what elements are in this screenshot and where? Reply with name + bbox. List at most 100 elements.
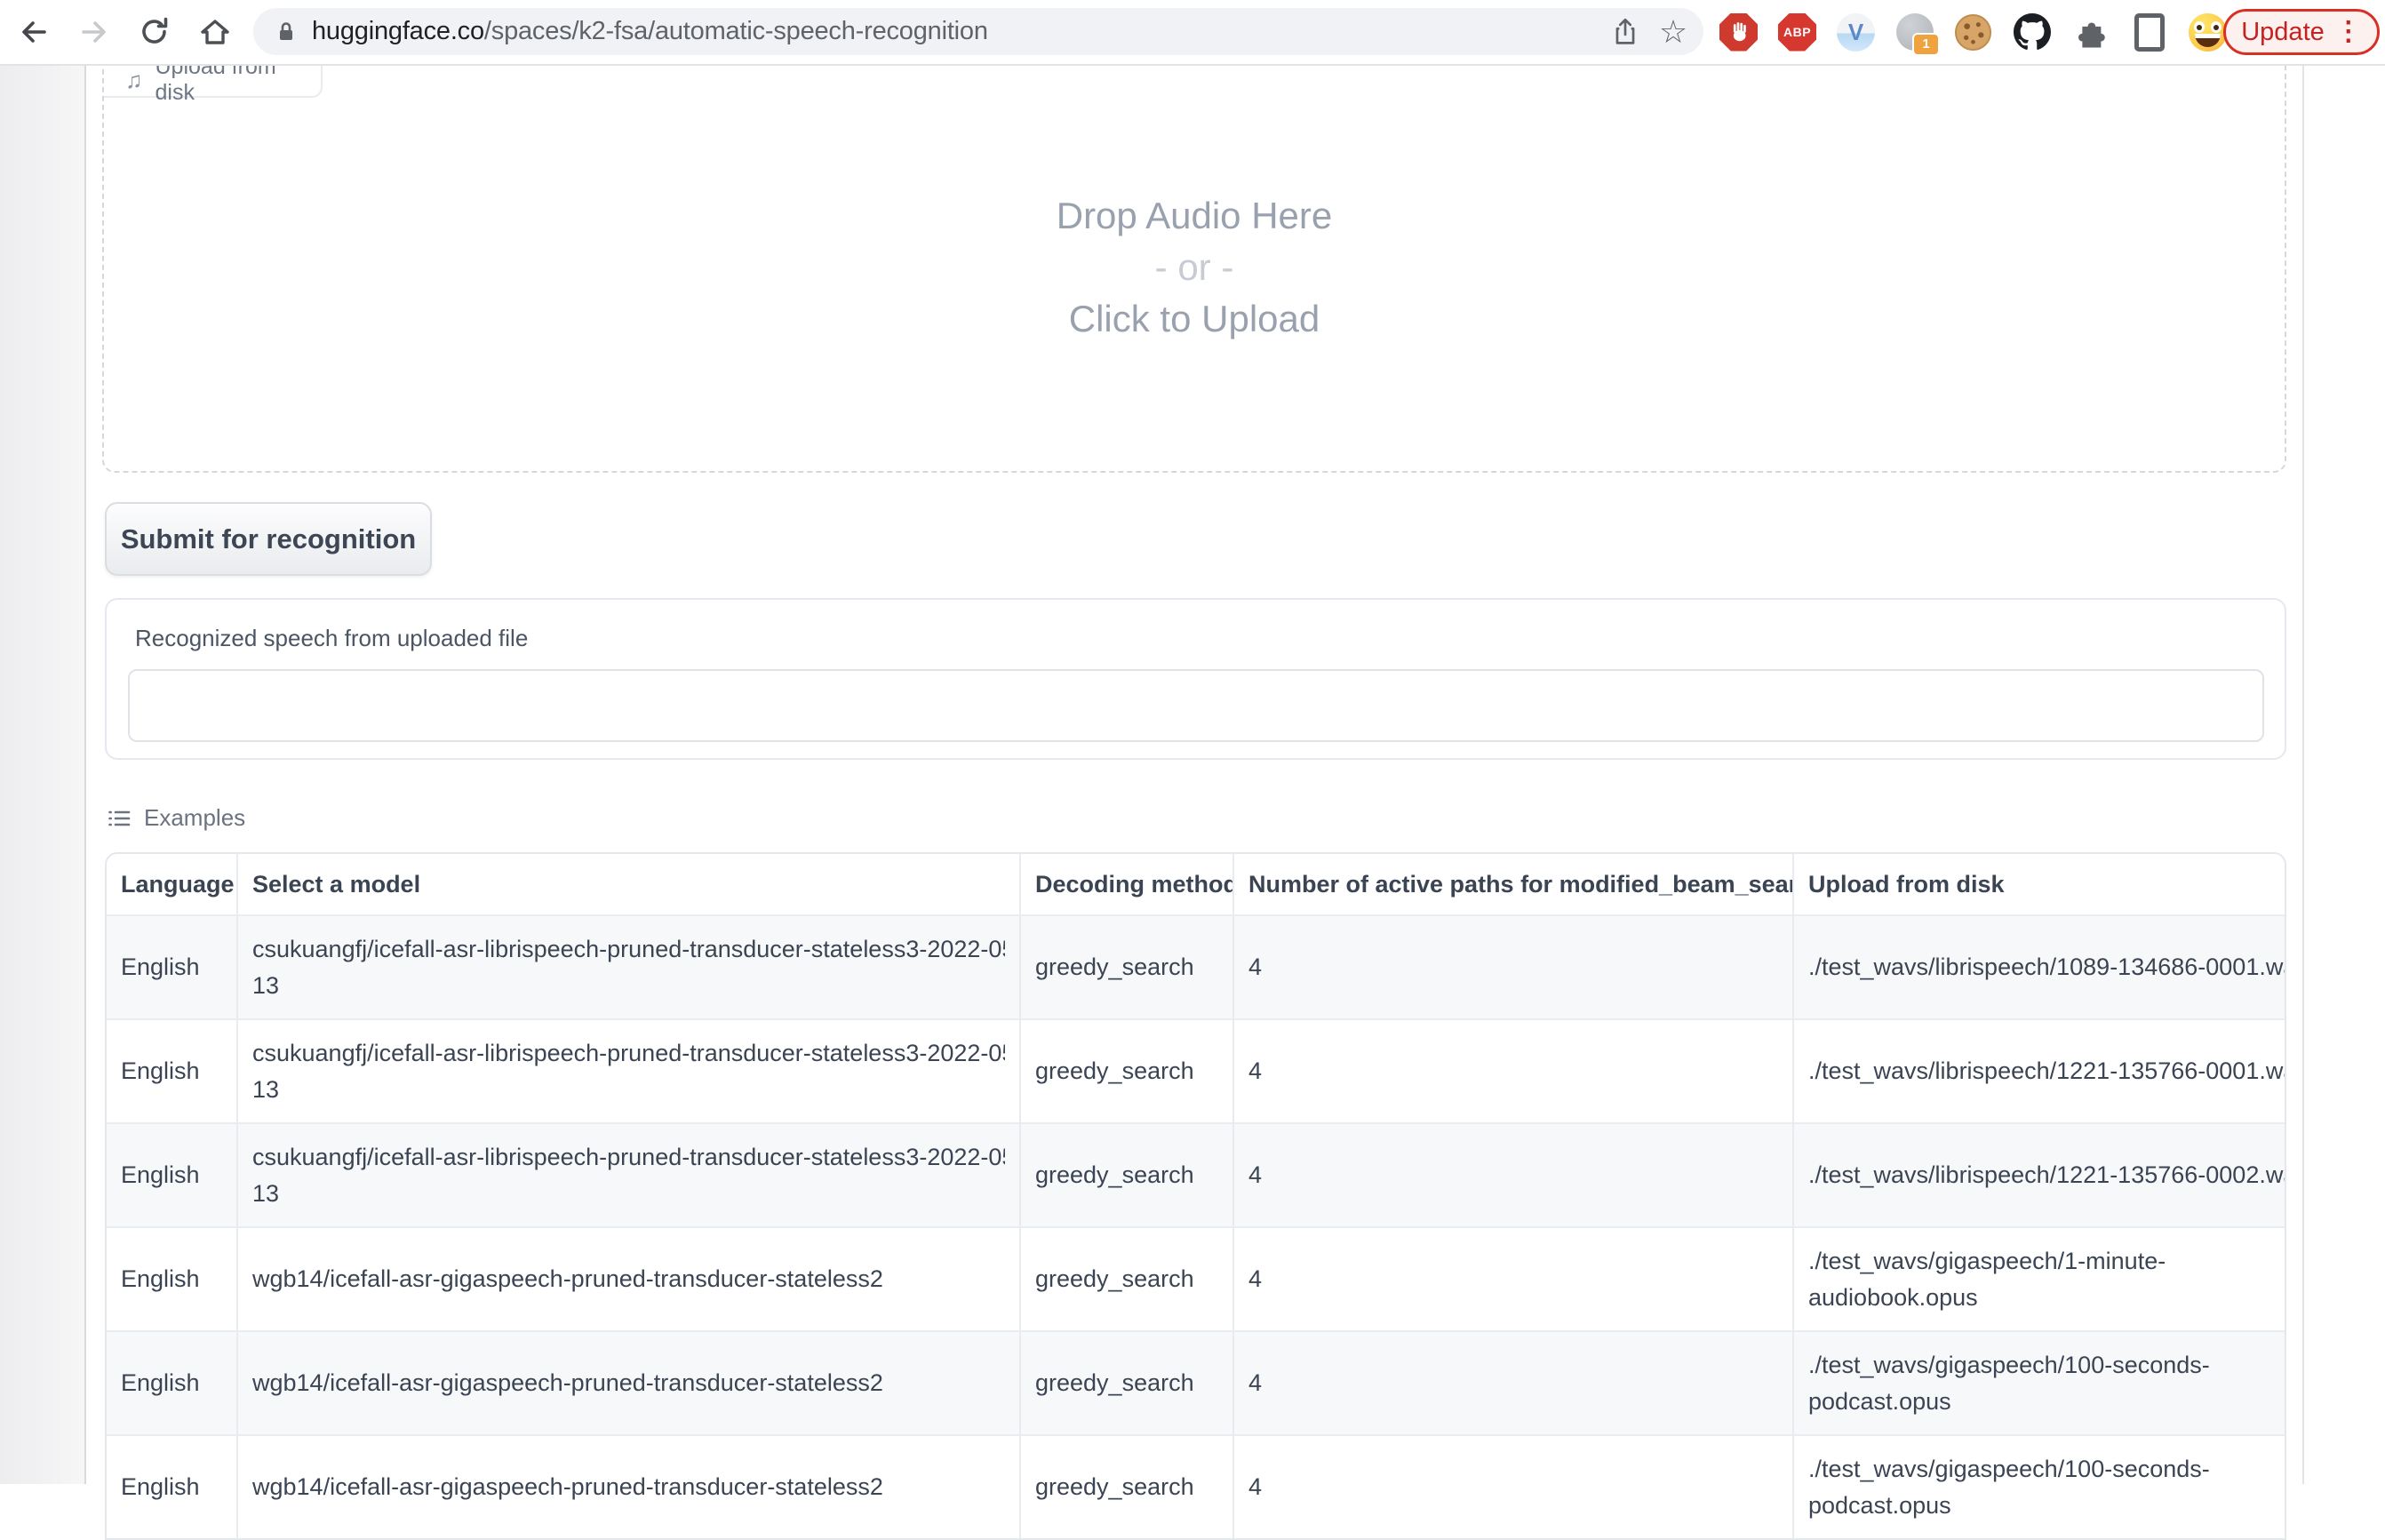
cell-upload-path: ./test_wavs/gigaspeech/1-minute-audioboo… bbox=[1793, 1227, 2285, 1331]
cell-language: English bbox=[107, 1123, 237, 1227]
cell-language: English bbox=[107, 1435, 237, 1538]
abp-icon: ABP bbox=[1778, 13, 1816, 52]
puzzle-icon bbox=[2072, 13, 2110, 51]
reading-mode-button[interactable] bbox=[2129, 12, 2169, 52]
home-button[interactable] bbox=[195, 12, 235, 52]
table-row[interactable]: Englishwgb14/icefall-asr-gigaspeech-prun… bbox=[107, 1227, 2285, 1331]
cell-upload-path: ./test_wavs/gigaspeech/100-seconds-podca… bbox=[1793, 1435, 2285, 1538]
cell-num-active-paths: 4 bbox=[1233, 915, 1793, 1019]
cell-num-active-paths: 4 bbox=[1233, 1019, 1793, 1123]
abp-extension-button[interactable]: ABP bbox=[1777, 12, 1817, 52]
cell-decoding-method: greedy_search bbox=[1020, 1123, 1233, 1227]
adblock-extension-button[interactable] bbox=[1719, 12, 1759, 52]
dropzone-prompt[interactable]: Drop Audio Here - or - Click to Upload bbox=[102, 190, 2286, 345]
lock-icon bbox=[273, 19, 299, 45]
extensions-menu-button[interactable] bbox=[2070, 12, 2110, 52]
examples-table: LanguageSelect a modelDecoding methodNum… bbox=[105, 852, 2286, 1540]
examples-table-header-row: LanguageSelect a modelDecoding methodNum… bbox=[107, 854, 2285, 915]
bookmark-button[interactable]: ☆ bbox=[1655, 14, 1691, 50]
home-icon bbox=[195, 12, 235, 52]
chrome-update-button[interactable]: Update ⋮ bbox=[2223, 9, 2380, 55]
click-to-upload-text: Click to Upload bbox=[102, 293, 2286, 345]
cell-num-active-paths: 4 bbox=[1233, 1123, 1793, 1227]
v-extension-icon: V bbox=[1837, 13, 1875, 52]
extension-bar: ABP V 1 bbox=[1719, 0, 2228, 64]
reload-button[interactable] bbox=[135, 12, 174, 52]
page-right-divider bbox=[2302, 64, 2304, 1484]
cell-decoding-method: greedy_search bbox=[1020, 1331, 1233, 1435]
cell-num-active-paths: 4 bbox=[1233, 1331, 1793, 1435]
cell-upload-path: ./test_wavs/librispeech/1089-134686-0001… bbox=[1793, 915, 2285, 1019]
column-header: Language bbox=[107, 854, 237, 915]
v-extension-button[interactable]: V bbox=[1836, 12, 1876, 52]
table-row[interactable]: Englishwgb14/icefall-asr-gigaspeech-prun… bbox=[107, 1435, 2285, 1538]
cell-decoding-method: greedy_search bbox=[1020, 1435, 1233, 1538]
reading-mode-icon bbox=[2134, 13, 2165, 52]
cell-model: wgb14/icefall-asr-gigaspeech-pruned-tran… bbox=[237, 1331, 1020, 1435]
profile-extension-button[interactable]: 1 bbox=[1894, 12, 1934, 52]
emoji-extension-button[interactable] bbox=[2188, 12, 2228, 52]
column-header: Select a model bbox=[237, 854, 1020, 915]
recognized-speech-output[interactable] bbox=[128, 669, 2264, 742]
music-note-icon: ♫ bbox=[125, 68, 143, 92]
cookie-icon bbox=[1954, 13, 1992, 52]
examples-table-body: Englishcsukuangfj/icefall-asr-librispeec… bbox=[107, 915, 2285, 1538]
abp-label: ABP bbox=[1783, 25, 1811, 39]
table-row[interactable]: Englishcsukuangfj/icefall-asr-librispeec… bbox=[107, 915, 2285, 1019]
cell-model: wgb14/icefall-asr-gigaspeech-pruned-tran… bbox=[237, 1227, 1020, 1331]
notification-badge: 1 bbox=[1912, 33, 1940, 56]
examples-label: Examples bbox=[144, 804, 245, 832]
cell-decoding-method: greedy_search bbox=[1020, 915, 1233, 1019]
back-icon bbox=[14, 12, 53, 52]
examples-list-icon bbox=[107, 806, 132, 831]
share-icon bbox=[1607, 13, 1643, 51]
cell-num-active-paths: 4 bbox=[1233, 1435, 1793, 1538]
github-icon bbox=[2014, 13, 2051, 51]
cell-language: English bbox=[107, 1227, 237, 1331]
forward-button[interactable] bbox=[75, 12, 114, 52]
cell-decoding-method: greedy_search bbox=[1020, 1227, 1233, 1331]
cell-language: English bbox=[107, 1331, 237, 1435]
cell-model: csukuangfj/icefall-asr-librispeech-prune… bbox=[237, 1123, 1020, 1227]
table-row[interactable]: Englishwgb14/icefall-asr-gigaspeech-prun… bbox=[107, 1331, 2285, 1435]
reload-icon bbox=[135, 12, 174, 52]
url-bar[interactable]: huggingface.co/spaces/k2-fsa/automatic-s… bbox=[253, 8, 1703, 55]
cell-decoding-method: greedy_search bbox=[1020, 1019, 1233, 1123]
column-header: Number of active paths for modified_beam… bbox=[1233, 854, 1793, 915]
cell-upload-path: ./test_wavs/librispeech/1221-135766-0001… bbox=[1793, 1019, 2285, 1123]
url-path: /spaces/k2-fsa/automatic-speech-recognit… bbox=[484, 17, 988, 45]
table-row[interactable]: Englishcsukuangfj/icefall-asr-librispeec… bbox=[107, 1123, 2285, 1227]
or-text: - or - bbox=[102, 242, 2286, 293]
kebab-menu-icon: ⋮ bbox=[2335, 19, 2362, 45]
cookie-extension-button[interactable] bbox=[1953, 12, 1993, 52]
cell-num-active-paths: 4 bbox=[1233, 1227, 1793, 1331]
column-header: Upload from disk bbox=[1793, 854, 2285, 915]
cell-upload-path: ./test_wavs/librispeech/1221-135766-0002… bbox=[1793, 1123, 2285, 1227]
examples-header: Examples bbox=[107, 804, 245, 832]
column-header: Decoding method bbox=[1020, 854, 1233, 915]
github-extension-button[interactable] bbox=[2012, 12, 2052, 52]
recognized-speech-panel: Recognized speech from uploaded file bbox=[105, 598, 2286, 760]
adblock-hand-icon bbox=[1719, 13, 1758, 52]
submit-for-recognition-button[interactable]: Submit for recognition bbox=[105, 502, 432, 576]
url-text[interactable]: huggingface.co/spaces/k2-fsa/automatic-s… bbox=[312, 17, 1595, 46]
cell-model: wgb14/icefall-asr-gigaspeech-pruned-tran… bbox=[237, 1435, 1020, 1538]
url-host: huggingface.co bbox=[312, 17, 484, 45]
cell-upload-path: ./test_wavs/gigaspeech/100-seconds-podca… bbox=[1793, 1331, 2285, 1435]
browser-toolbar: huggingface.co/spaces/k2-fsa/automatic-s… bbox=[0, 0, 2385, 66]
forward-icon bbox=[75, 12, 114, 52]
back-button[interactable] bbox=[14, 12, 53, 52]
smiley-icon bbox=[2189, 13, 2227, 52]
bookmark-star-icon: ☆ bbox=[1659, 16, 1687, 48]
drop-audio-text: Drop Audio Here bbox=[102, 190, 2286, 242]
page-left-gutter bbox=[0, 64, 86, 1484]
table-row[interactable]: Englishcsukuangfj/icefall-asr-librispeec… bbox=[107, 1019, 2285, 1123]
tab-upload-from-disk[interactable]: ♫ Upload from disk bbox=[104, 64, 323, 98]
cell-model: csukuangfj/icefall-asr-librispeech-prune… bbox=[237, 915, 1020, 1019]
share-button[interactable] bbox=[1607, 14, 1643, 50]
update-label: Update bbox=[2241, 18, 2325, 47]
cell-language: English bbox=[107, 915, 237, 1019]
cell-model: csukuangfj/icefall-asr-librispeech-prune… bbox=[237, 1019, 1020, 1123]
recognized-speech-label: Recognized speech from uploaded file bbox=[135, 625, 528, 652]
cell-language: English bbox=[107, 1019, 237, 1123]
